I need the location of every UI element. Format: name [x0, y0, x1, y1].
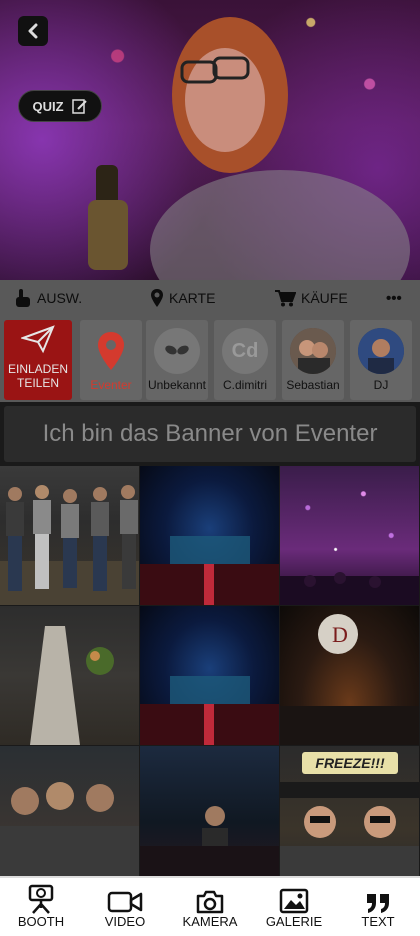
event-banner[interactable]: Ich bin das Banner von Eventer	[4, 406, 416, 462]
initials: Cd	[231, 339, 259, 362]
gallery-photo[interactable]: D	[280, 606, 419, 745]
nav-text[interactable]: TEXT	[343, 884, 413, 929]
invite-share-button[interactable]: EINLADEN TEILEN	[4, 320, 72, 400]
dj-photo	[358, 328, 404, 374]
group-photo	[0, 485, 139, 605]
gallery-photo[interactable]	[140, 606, 279, 745]
cart-icon	[275, 290, 296, 307]
member-cdimitri[interactable]: Cd C.dimitri	[214, 320, 276, 400]
banner-text: Ich bin das Banner von Eventer	[42, 420, 378, 447]
quiz-label: QUIZ	[32, 98, 64, 114]
gallery-photo[interactable]	[280, 466, 419, 605]
member-name: C.dimitri	[223, 378, 267, 392]
member-name: DJ	[373, 378, 389, 392]
nav-booth[interactable]: BOOTH	[6, 884, 76, 929]
photo-avatar	[290, 328, 336, 374]
freeze-photo: FREEZE!!!	[280, 752, 419, 876]
nav-video[interactable]: VIDEO	[90, 884, 160, 929]
map-action[interactable]: KARTE	[150, 288, 215, 308]
paper-plane-icon	[21, 325, 55, 354]
alien-icon	[165, 345, 189, 355]
party-photo	[88, 17, 410, 280]
member-name: Sebastian	[286, 378, 340, 392]
map-pin-icon	[98, 332, 124, 370]
member-sebastian[interactable]: Sebastian	[282, 320, 344, 400]
crowd-photo	[0, 782, 139, 876]
gallery-photo[interactable]	[0, 466, 139, 605]
select-label: AUSW.	[37, 290, 83, 306]
gallery-photo[interactable]	[140, 466, 279, 605]
select-action[interactable]: AUSW.	[14, 288, 82, 308]
invite-label-1: EINLADEN	[7, 362, 69, 376]
quote-icon	[367, 894, 389, 913]
member-eventer[interactable]: Eventer	[80, 320, 142, 400]
chevron-left-icon	[28, 23, 38, 39]
bottom-navigation: BOOTH VIDEO KAMERA GALERIE TEXT	[0, 876, 420, 936]
stage-photo	[140, 676, 279, 745]
buy-label: KÄUFE	[301, 290, 348, 306]
camera-icon	[196, 890, 224, 914]
balloon-letter: D	[332, 622, 348, 647]
member-unbekannt[interactable]: Unbekannt	[146, 320, 208, 400]
initials-avatar: Cd	[222, 328, 268, 374]
participants-row: EINLADEN TEILEN Eventer Unbekannt Cd C.d…	[0, 316, 420, 402]
party-crowd-photo	[140, 806, 279, 876]
nav-label: VIDEO	[104, 914, 146, 929]
back-button[interactable]	[18, 16, 48, 46]
booth-camera-icon	[28, 884, 54, 914]
nav-label: GALERIE	[265, 914, 323, 929]
map-pin-icon	[151, 289, 163, 307]
gallery-photo[interactable]: FREEZE!!!	[280, 746, 419, 885]
nav-camera[interactable]: KAMERA	[175, 884, 245, 929]
edit-icon	[71, 99, 87, 114]
map-label: KARTE	[169, 290, 216, 306]
confetti-photo	[280, 572, 419, 605]
invite-label-2: TEILEN	[16, 376, 59, 390]
gallery-photo[interactable]	[140, 746, 279, 885]
photo-avatar	[358, 328, 404, 374]
freeze-sign-text: FREEZE!!!	[315, 755, 385, 771]
alien-avatar	[154, 328, 200, 374]
balloon-photo: D	[280, 614, 419, 745]
buy-action[interactable]: KÄUFE	[274, 289, 348, 307]
gallery-photo[interactable]	[0, 746, 139, 885]
photo-grid: D FREEZE!!!	[0, 466, 420, 885]
eventer-avatar	[88, 328, 134, 374]
bride-photo	[30, 626, 114, 745]
action-bar: AUSW. KARTE KÄUFE •••	[0, 280, 420, 316]
hand-pointer-icon	[16, 289, 30, 307]
stage-photo	[140, 536, 279, 605]
member-dj[interactable]: DJ	[350, 320, 412, 400]
quiz-button[interactable]: QUIZ	[18, 90, 102, 122]
hero-image: QUIZ	[0, 0, 420, 280]
member-name: Eventer	[90, 378, 132, 392]
more-button[interactable]: •••	[386, 290, 402, 307]
video-camera-icon	[107, 891, 143, 913]
nav-gallery[interactable]: GALERIE	[259, 884, 329, 929]
nav-label: BOOTH	[17, 914, 65, 929]
nav-label: KAMERA	[182, 914, 238, 929]
gallery-photo[interactable]	[0, 606, 139, 745]
people-photo	[290, 328, 336, 374]
nav-label: TEXT	[361, 914, 395, 929]
member-name: Unbekannt	[147, 378, 207, 392]
gallery-icon	[279, 888, 309, 914]
more-label: •••	[386, 289, 402, 307]
